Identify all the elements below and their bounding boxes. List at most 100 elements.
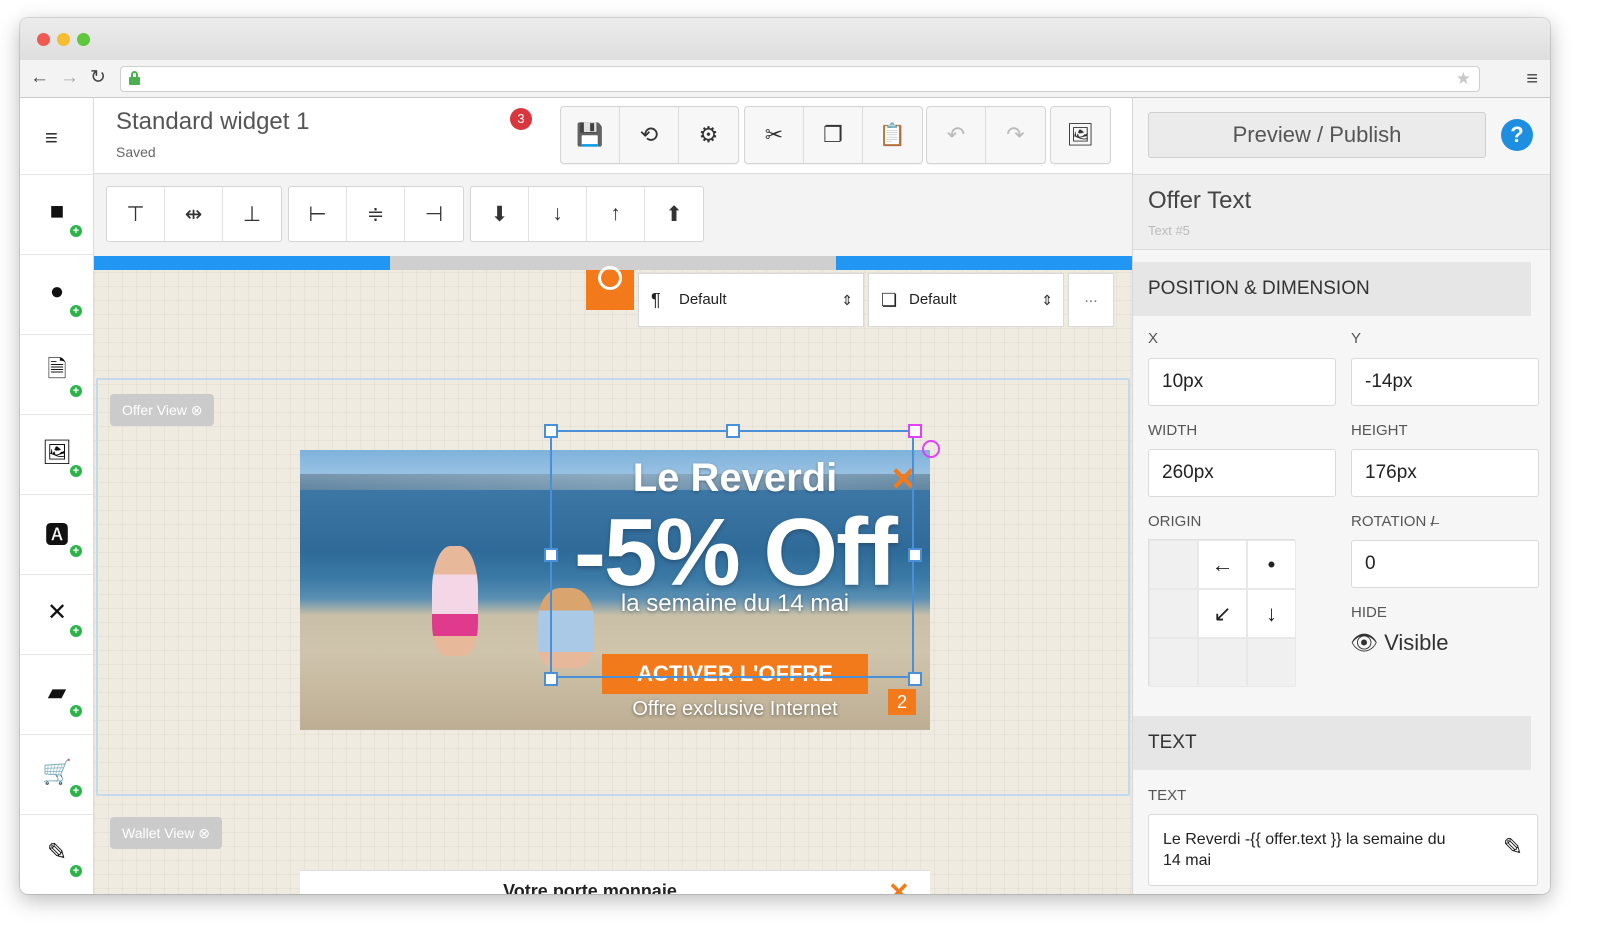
copy-button[interactable]: ❐ [804, 107, 863, 163]
add-plus-icon[interactable]: + [70, 305, 82, 317]
offer-view-tag[interactable]: Offer View ⊗ [110, 394, 215, 426]
origin-cell[interactable]: ↓ [1247, 589, 1296, 638]
align-center-button[interactable]: ≑ [347, 187, 405, 241]
wallet-view-preview[interactable]: Votre porte monnaie ✕ [300, 870, 930, 894]
tools-sidebar: ≡ ■ + ● + 🗎 + 🖼 + 🅰 + ✕ + ▰ + 🛒 + ✎ + [20, 98, 94, 894]
add-plus-icon[interactable]: + [70, 465, 82, 477]
origin-cell[interactable] [1149, 540, 1198, 589]
width-input[interactable]: 260px [1148, 449, 1336, 497]
wallet-icon: ▰ [47, 678, 67, 706]
address-bar[interactable]: ★ [120, 66, 1480, 92]
origin-cell[interactable]: ← [1198, 540, 1247, 589]
bring-to-front-button[interactable]: ⬆ [645, 187, 703, 241]
close-tool[interactable]: ✕ + [20, 574, 93, 654]
gear-button[interactable]: ⚙ [679, 107, 738, 163]
edit-pen-icon[interactable]: ✎ [1503, 833, 1523, 862]
add-plus-icon[interactable]: + [70, 865, 82, 877]
add-plus-icon[interactable]: + [70, 785, 82, 797]
text-editor-field[interactable]: Le Reverdi -{{ offer.text }} la semaine … [1148, 814, 1538, 886]
rotation-reset-icon[interactable]: I̶ [1430, 513, 1434, 530]
preview-publish-button[interactable]: Preview / Publish [1148, 112, 1486, 158]
text-tool[interactable]: 🅰 + [20, 494, 93, 574]
x-input[interactable]: 10px [1148, 358, 1336, 406]
widget-title[interactable]: Standard widget 1 [116, 108, 309, 136]
add-plus-icon[interactable]: + [70, 625, 82, 637]
rectangle-icon: ■ [49, 198, 65, 225]
rotation-input[interactable]: 0 [1351, 540, 1539, 588]
notification-badge[interactable]: 3 [510, 108, 532, 130]
selection-box[interactable] [544, 424, 922, 686]
forward-arrow-icon[interactable]: → [60, 68, 79, 88]
box-style-select[interactable]: ❏ Default ⇕ [868, 273, 1064, 327]
edit-icon: ✎ [46, 838, 68, 866]
send-to-back-button[interactable]: ⬇ [471, 187, 529, 241]
cart-tool[interactable]: 🛒 + [20, 734, 93, 814]
resize-handle-w[interactable] [544, 548, 558, 562]
resize-handle-n[interactable] [726, 424, 740, 438]
history-button[interactable]: ⟲ [620, 107, 679, 163]
bookmark-star-icon[interactable]: ★ [1456, 69, 1471, 89]
paragraph-style-select[interactable]: ¶ Default ⇕ [638, 273, 864, 327]
resize-handle-ne[interactable] [908, 424, 922, 438]
help-icon[interactable]: ? [1501, 119, 1533, 151]
banner-exclusive-text[interactable]: Offre exclusive Internet [300, 698, 930, 721]
window-close-button[interactable] [37, 33, 50, 46]
redo-button[interactable]: ↷ [986, 107, 1045, 163]
origin-cell[interactable]: ↙ [1198, 589, 1247, 638]
align-right-button[interactable]: ⊣ [405, 187, 463, 241]
origin-cell[interactable] [1247, 638, 1296, 687]
bring-forward-button[interactable]: ↑ [587, 187, 645, 241]
add-plus-icon[interactable]: + [70, 705, 82, 717]
wallet-view-tag[interactable]: Wallet View ⊗ [110, 817, 222, 849]
origin-picker[interactable]: ← • ↙ ↓ [1148, 539, 1296, 687]
resize-handle-nw[interactable] [544, 424, 558, 438]
send-to-back-icon: ⬇ [490, 202, 509, 226]
send-backward-button[interactable]: ↓ [529, 187, 587, 241]
resize-handle-sw[interactable] [544, 672, 558, 686]
visibility-toggle[interactable]: 👁 Visible [1350, 630, 1448, 656]
image-tool[interactable]: 🖼 + [20, 414, 93, 494]
cut-button[interactable]: ✂ [745, 107, 804, 163]
browser-menu-icon[interactable]: ≡ [1526, 68, 1538, 91]
back-arrow-icon[interactable]: ← [30, 68, 49, 88]
save-button[interactable]: 💾 [561, 107, 620, 163]
add-plus-icon[interactable]: + [70, 225, 82, 237]
position-dimension-section[interactable]: POSITION & DIMENSION [1133, 262, 1531, 316]
y-input[interactable]: -14px [1351, 358, 1539, 406]
offer-marker-tab[interactable] [586, 266, 634, 310]
height-input[interactable]: 176px [1351, 449, 1539, 497]
more-options-button[interactable]: ... [1068, 273, 1114, 327]
rotate-handle[interactable] [922, 440, 940, 458]
text-section[interactable]: TEXT [1133, 716, 1531, 770]
origin-cell[interactable]: • [1247, 540, 1296, 589]
edit-tool[interactable]: ✎ + [20, 814, 93, 894]
resize-handle-e[interactable] [908, 548, 922, 562]
paste-button[interactable]: 📋 [863, 107, 922, 163]
align-top-button[interactable]: ⊤ [107, 187, 165, 241]
circle-tool[interactable]: ● + [20, 254, 93, 334]
design-canvas[interactable]: ⊤ ⇹ ⊥ ⊢ ≑ ⊣ ⬇ ↓ ↑ ⬆ ¶ Default ⇕ ❏ Default ⇕ ...… [94, 174, 1132, 894]
origin-cell[interactable] [1149, 589, 1198, 638]
add-plus-icon[interactable]: + [70, 545, 82, 557]
undo-button[interactable]: ↶ [927, 107, 986, 163]
hamburger-menu-icon[interactable]: ≡ [45, 125, 58, 151]
align-bottom-button[interactable]: ⊥ [223, 187, 281, 241]
reload-icon[interactable]: ↻ [90, 68, 106, 88]
document-icon: 🗎 [47, 355, 67, 383]
align-left-button[interactable]: ⊢ [289, 187, 347, 241]
align-middle-button[interactable]: ⇹ [165, 187, 223, 241]
document-tool[interactable]: 🗎 + [20, 334, 93, 414]
window-minimize-button[interactable] [57, 33, 70, 46]
wallet-tool[interactable]: ▰ + [20, 654, 93, 734]
window-zoom-button[interactable] [77, 33, 90, 46]
image-export-button[interactable]: 🖼 [1051, 107, 1110, 163]
gear-icon: ⚙ [698, 122, 719, 147]
origin-cell[interactable] [1198, 638, 1247, 687]
wallet-close-icon[interactable]: ✕ [888, 877, 910, 894]
add-plus-icon[interactable]: + [70, 385, 82, 397]
rectangle-tool[interactable]: ■ + [20, 174, 93, 254]
origin-cell[interactable] [1149, 638, 1198, 687]
edit-toolbar-group: ✂ ❐ 📋 [744, 106, 923, 164]
resize-handle-se[interactable] [908, 672, 922, 686]
copy-icon: ❐ [823, 122, 843, 147]
